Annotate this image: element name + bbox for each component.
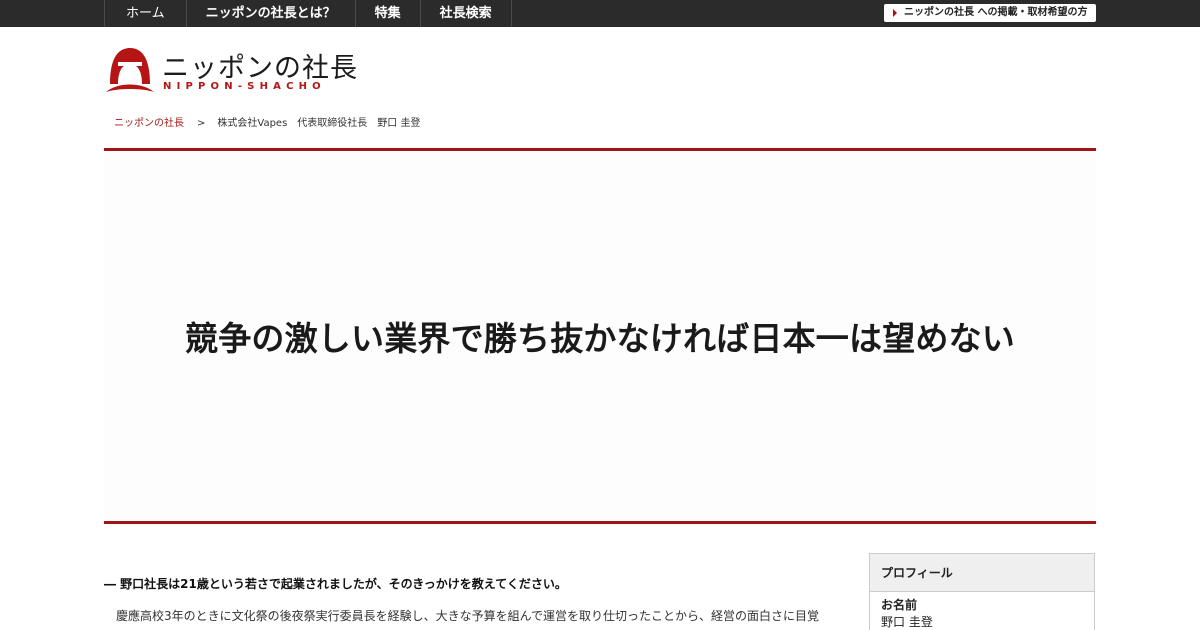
logo-text-en: NIPPON-SHACHO (163, 81, 326, 92)
top-navigation-bar: ホーム ニッポンの社長とは？ 特集 社長検索 ニッポンの社長 への掲載・取材希望… (0, 0, 1200, 27)
breadcrumb-separator: > (197, 118, 206, 129)
listing-request-button[interactable]: ニッポンの社長 への掲載・取材希望の方 (884, 4, 1096, 22)
hero-title: 競争の激しい業界で勝ち抜かなければ日本一は望めない (185, 319, 1015, 358)
profile-name-value: 野口 圭登 (881, 615, 933, 629)
nav-item-home[interactable]: ホーム (105, 0, 187, 27)
listing-request-label: ニッポンの社長 への掲載・取材希望の方 (904, 7, 1088, 18)
breadcrumb-current: 株式会社Vapes 代表取締役社長 野口 圭登 (217, 118, 421, 129)
profile-heading: プロフィール (870, 554, 1094, 592)
profile-name-label: お名前 (881, 598, 918, 612)
nav-item-features[interactable]: 特集 (356, 0, 421, 27)
breadcrumb: ニッポンの社長 > 株式会社Vapes 代表取締役社長 野口 圭登 (114, 114, 420, 129)
hero-banner: 競争の激しい業界で勝ち抜かなければ日本一は望めない (104, 148, 1096, 524)
nav-item-search[interactable]: 社長検索 (421, 0, 512, 27)
main-nav: ホーム ニッポンの社長とは？ 特集 社長検索 (104, 0, 512, 27)
logo-text-jp: ニッポンの社長 (162, 53, 358, 84)
nav-item-about[interactable]: ニッポンの社長とは？ (187, 0, 356, 27)
breadcrumb-home-link[interactable]: ニッポンの社長 (114, 118, 184, 129)
interview-question: ― 野口社長は21歳という若さで起業されましたが、そのきっかけを教えてください。 (104, 577, 567, 591)
profile-box: プロフィール お名前 野口 圭登 (869, 553, 1095, 630)
arrow-right-icon (893, 9, 897, 17)
interview-answer: 慶應高校3年のときに文化祭の後夜祭実行委員長を経験し、大きな予算を組んで運営を取… (116, 609, 820, 623)
logo-mark-icon (106, 48, 154, 92)
site-logo[interactable]: ニッポンの社長 NIPPON-SHACHO (104, 44, 364, 96)
